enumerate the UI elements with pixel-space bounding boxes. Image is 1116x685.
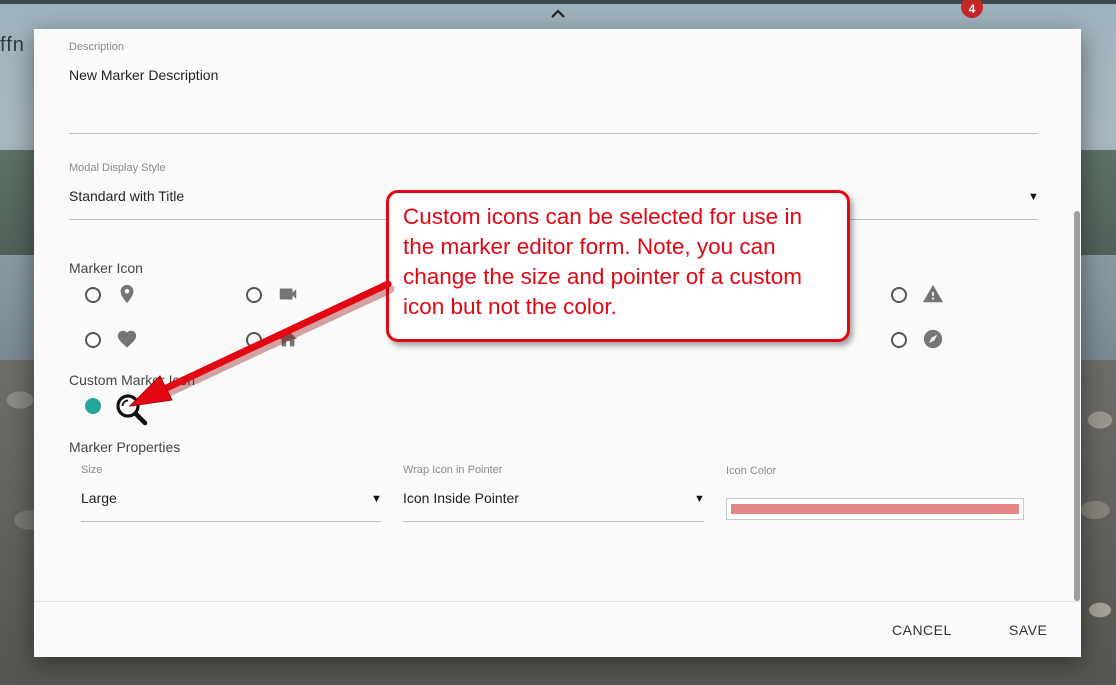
- marker-icon-radio[interactable]: [891, 287, 907, 303]
- size-label: Size: [81, 464, 103, 476]
- marker-icon-radio[interactable]: [85, 332, 101, 348]
- marker-icon-radio[interactable]: [85, 287, 101, 303]
- custom-marker-icon-title: Custom Marker Icon: [69, 372, 196, 388]
- warning-icon[interactable]: [922, 283, 944, 305]
- magnifier-icon[interactable]: [114, 392, 148, 426]
- cancel-button[interactable]: CANCEL: [882, 616, 962, 644]
- wrap-select[interactable]: Icon Inside Pointer: [403, 490, 519, 506]
- icon-color-picker[interactable]: [726, 498, 1024, 520]
- wrap-select-arrow[interactable]: ▼: [694, 493, 705, 505]
- video-camera-icon[interactable]: [277, 283, 299, 305]
- description-input[interactable]: New Marker Description: [69, 67, 218, 83]
- size-underline: [81, 521, 381, 522]
- marker-icon-radio[interactable]: [246, 332, 262, 348]
- size-select[interactable]: Large: [81, 490, 117, 506]
- home-icon[interactable]: [277, 328, 299, 350]
- marker-icon-title: Marker Icon: [69, 260, 143, 276]
- wrap-label: Wrap Icon in Pointer: [403, 464, 503, 476]
- icon-color-fill: [731, 504, 1019, 514]
- marker-icon-radio[interactable]: [246, 287, 262, 303]
- footer-divider: [34, 601, 1081, 602]
- marker-properties-title: Marker Properties: [69, 439, 181, 455]
- icon-color-label: Icon Color: [726, 465, 777, 477]
- size-select-arrow[interactable]: ▼: [371, 493, 382, 505]
- display-style-label: Modal Display Style: [69, 162, 166, 174]
- annotation-callout: Custom icons can be selected for use in …: [386, 190, 850, 342]
- description-underline: [69, 133, 1038, 134]
- display-style-arrow[interactable]: ▼: [1028, 191, 1039, 203]
- callout-text: Custom icons can be selected for use in …: [403, 204, 803, 319]
- heart-icon[interactable]: [116, 328, 138, 350]
- marker-editor-modal: Description New Marker Description Modal…: [34, 29, 1081, 657]
- display-style-select[interactable]: Standard with Title: [69, 188, 184, 204]
- wrap-underline: [403, 521, 704, 522]
- map-pin-icon[interactable]: [116, 283, 138, 305]
- compass-icon[interactable]: [922, 328, 944, 350]
- modal-scrollbar-thumb[interactable]: [1074, 211, 1080, 601]
- save-button[interactable]: SAVE: [999, 616, 1057, 644]
- custom-icon-radio-selected[interactable]: [85, 398, 101, 414]
- background-text: ffn: [0, 34, 25, 56]
- marker-icon-radio[interactable]: [891, 332, 907, 348]
- description-label: Description: [69, 41, 125, 53]
- chevron-up-icon[interactable]: [548, 4, 568, 24]
